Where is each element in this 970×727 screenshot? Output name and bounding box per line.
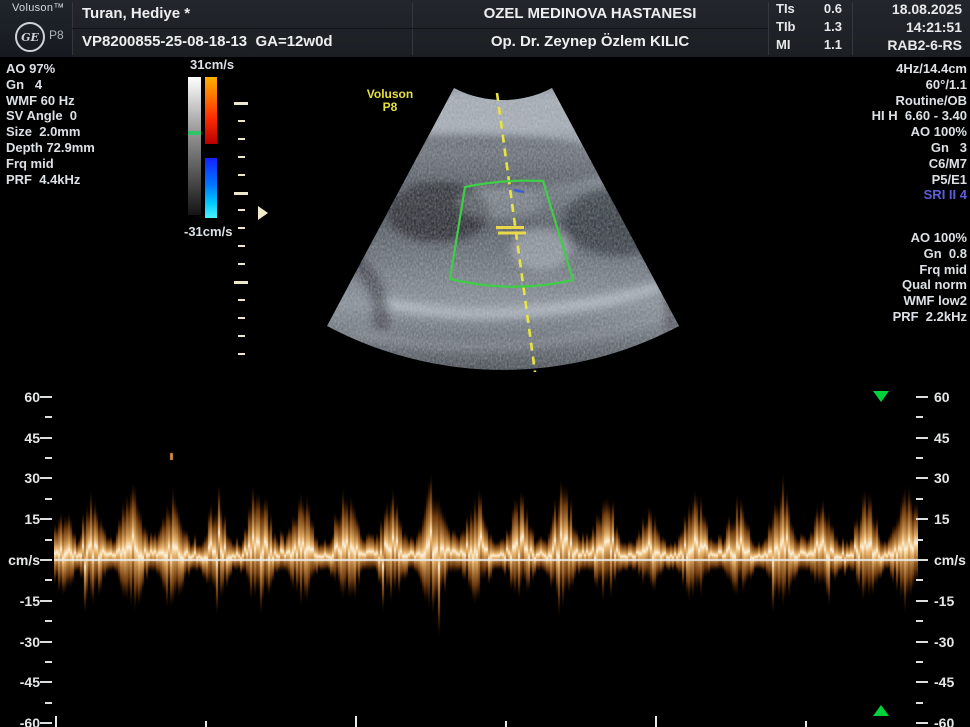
axis-tick-label: 45 — [0, 430, 40, 446]
axis-tick-label: 15 — [0, 511, 40, 527]
axis-tick-label: 60 — [0, 389, 40, 405]
depth-ruler-tick — [234, 102, 248, 105]
depth-ruler-tick — [238, 263, 245, 265]
depth-ruler-tick — [238, 174, 245, 176]
depth-ruler-tick — [238, 227, 245, 229]
axis-tick — [916, 641, 928, 643]
axis-minor-tick — [45, 702, 52, 704]
axis-tick — [40, 477, 52, 479]
axis-minor-tick — [916, 416, 923, 418]
axis-tick-label: 30 — [934, 470, 950, 486]
axis-minor-tick — [916, 579, 923, 581]
depth-ruler-tick — [238, 299, 245, 301]
axis-tick — [40, 681, 52, 683]
scale-marker-bottom-icon — [873, 705, 889, 716]
time-tick — [355, 716, 357, 727]
axis-tick-label: 45 — [934, 430, 950, 446]
scale-marker-top-icon — [873, 391, 889, 402]
axis-minor-tick — [45, 539, 52, 541]
axis-minor-tick — [45, 579, 52, 581]
axis-minor-tick — [916, 457, 923, 459]
axis-minor-tick — [45, 498, 52, 500]
depth-ruler-tick — [238, 245, 245, 247]
axis-tick — [40, 559, 52, 561]
axis-tick — [916, 518, 928, 520]
axis-tick — [40, 396, 52, 398]
axis-tick-label: -15 — [934, 593, 954, 609]
depth-ruler-tick — [234, 192, 248, 195]
axis-tick — [40, 722, 52, 724]
axis-tick-label: -45 — [0, 674, 40, 690]
axis-tick — [916, 681, 928, 683]
axis-tick-label: 60 — [934, 389, 950, 405]
axis-tick-label: -30 — [934, 634, 954, 650]
axis-tick-label: 30 — [0, 470, 40, 486]
axis-tick — [40, 600, 52, 602]
axis-tick-label: -15 — [0, 593, 40, 609]
axis-tick — [40, 641, 52, 643]
axis-minor-tick — [916, 539, 923, 541]
time-tick — [55, 716, 57, 727]
depth-ruler-tick — [238, 317, 245, 319]
depth-ruler-tick — [234, 281, 248, 284]
axis-tick — [916, 437, 928, 439]
axis-minor-tick — [45, 661, 52, 663]
depth-ruler-tick — [238, 209, 245, 211]
time-tick — [805, 721, 807, 727]
axis-minor-tick — [916, 661, 923, 663]
time-tick — [505, 721, 507, 727]
axis-tick — [916, 477, 928, 479]
axis-minor-tick — [916, 498, 923, 500]
ultrasound-screen: Voluson™ GE P8 Turan, Hediye * VP8200855… — [0, 0, 970, 727]
depth-ruler-tick — [238, 156, 245, 158]
axis-tick-label: -30 — [0, 634, 40, 650]
axis-tick — [916, 396, 928, 398]
axis-minor-tick — [45, 416, 52, 418]
axis-tick-label: -45 — [934, 674, 954, 690]
axis-tick-label: 15 — [934, 511, 950, 527]
axis-tick-label: cm/s — [0, 552, 40, 568]
axis-tick — [916, 559, 928, 561]
axis-minor-tick — [916, 702, 923, 704]
axis-tick-label: cm/s — [934, 552, 966, 568]
image-watermark: Voluson P8 — [362, 88, 418, 114]
axis-minor-tick — [916, 620, 923, 622]
depth-ruler-tick — [238, 353, 245, 355]
b-mode-image[interactable] — [0, 0, 970, 390]
axis-minor-tick — [45, 620, 52, 622]
axis-tick — [40, 437, 52, 439]
axis-tick-label: -60 — [934, 715, 954, 727]
time-tick — [205, 721, 207, 727]
axis-tick — [916, 722, 928, 724]
spectral-doppler-display[interactable] — [54, 390, 918, 727]
depth-ruler-tick — [238, 335, 245, 337]
axis-tick-label: -60 — [0, 715, 40, 727]
axis-minor-tick — [45, 457, 52, 459]
depth-ruler-tick — [238, 138, 245, 140]
axis-tick — [916, 600, 928, 602]
axis-tick — [40, 518, 52, 520]
depth-ruler-tick — [238, 120, 245, 122]
time-tick — [655, 716, 657, 727]
